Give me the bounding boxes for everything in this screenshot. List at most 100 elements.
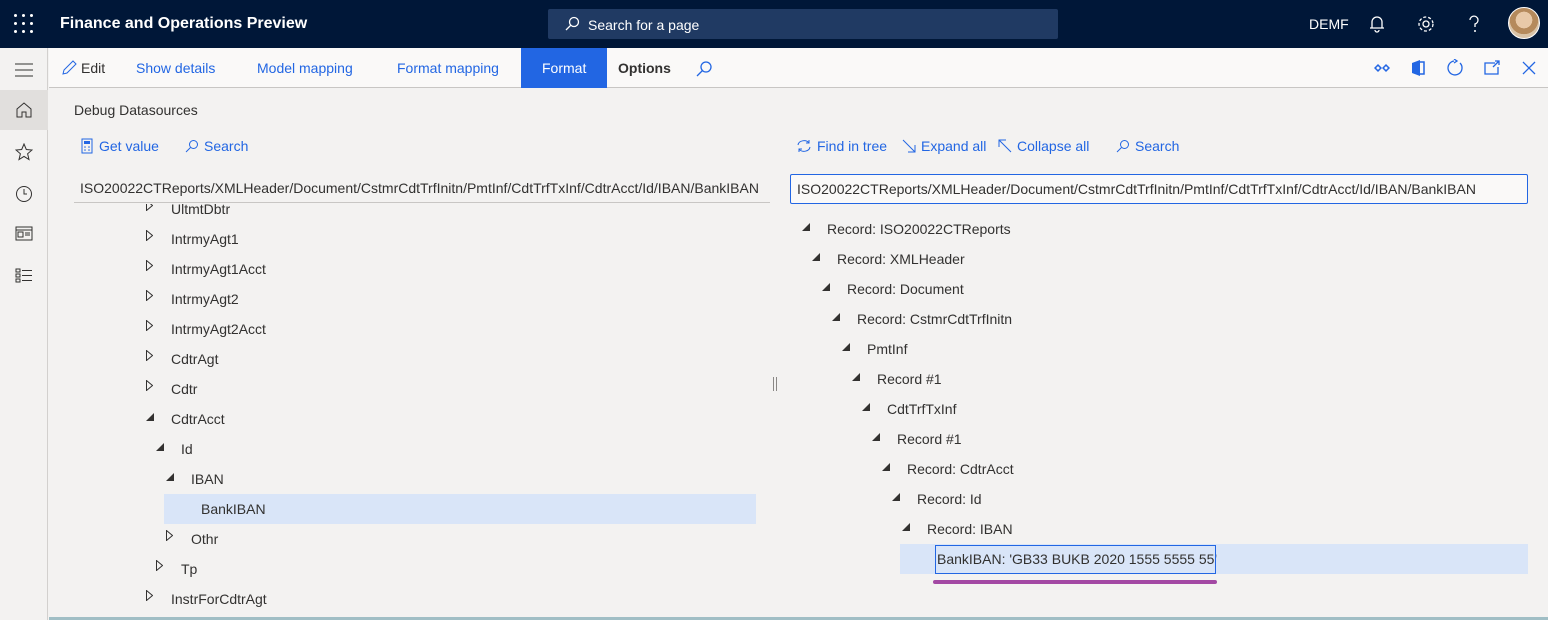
get-value-button[interactable]: Get value: [80, 138, 159, 154]
tree-node[interactable]: Cdtr: [74, 374, 774, 404]
tree-node[interactable]: InstrForCdtrAgt: [74, 584, 774, 614]
help-icon[interactable]: [1463, 13, 1485, 35]
collapsed-arrow-icon[interactable]: [146, 584, 160, 614]
expand-all-button[interactable]: Expand all: [902, 138, 986, 154]
expanded-arrow-icon[interactable]: [892, 484, 906, 514]
connections-icon[interactable]: [1373, 59, 1391, 77]
expanded-arrow-icon[interactable]: [842, 334, 856, 364]
avatar[interactable]: [1508, 7, 1540, 39]
star-icon[interactable]: [0, 132, 48, 172]
gear-icon[interactable]: [1415, 13, 1437, 35]
tree-node[interactable]: Record: XMLHeader: [790, 244, 1530, 274]
list-icon[interactable]: [0, 256, 48, 296]
expanded-arrow-icon[interactable]: [802, 214, 816, 244]
page-search-input[interactable]: Search for a page: [548, 9, 1058, 39]
expanded-arrow-icon[interactable]: [156, 434, 170, 464]
tree-node[interactable]: IntrmyAgt1Acct: [74, 254, 774, 284]
close-icon[interactable]: [1520, 59, 1538, 77]
tree-node[interactable]: Record: IBAN: [790, 514, 1530, 544]
tree-node[interactable]: Record #1: [790, 364, 1530, 394]
expanded-arrow-icon[interactable]: [832, 304, 846, 334]
find-in-tree-button[interactable]: Find in tree: [796, 138, 887, 154]
expanded-arrow-icon[interactable]: [852, 364, 866, 394]
tree-node[interactable]: Record: CstmrCdtTrfInitn: [790, 304, 1530, 334]
page-title: Debug Datasources: [74, 102, 198, 118]
tree-node[interactable]: UltmtDbtr: [74, 204, 774, 224]
open-new-window-icon[interactable]: [1483, 59, 1501, 77]
show-details-button[interactable]: Show details: [136, 48, 215, 88]
get-value-label: Get value: [99, 138, 159, 154]
collapsed-arrow-icon[interactable]: [146, 284, 160, 314]
arrow-down-right-icon: [902, 139, 916, 153]
expanded-arrow-icon[interactable]: [146, 404, 160, 434]
home-icon[interactable]: [0, 90, 48, 130]
tree-node-label: CdtrAcct: [171, 411, 225, 427]
tree-node-label: IntrmyAgt1Acct: [171, 261, 266, 277]
tree-node[interactable]: IntrmyAgt2Acct: [74, 314, 774, 344]
format-mapping-button[interactable]: Format mapping: [397, 48, 499, 88]
tree-node-label: InstrForCdtrAgt: [171, 591, 267, 607]
edit-button[interactable]: Edit: [61, 48, 105, 88]
tree-node[interactable]: Record #1: [790, 424, 1530, 454]
tab-options[interactable]: Options: [618, 48, 671, 88]
expanded-arrow-icon[interactable]: [882, 454, 896, 484]
tree-node[interactable]: Tp: [74, 554, 774, 584]
tree-node[interactable]: CdtTrfTxInf: [790, 394, 1530, 424]
tree-node-label: PmtInf: [867, 341, 908, 357]
workspace-icon[interactable]: [0, 214, 48, 254]
annotation-underline: [933, 580, 1217, 584]
expanded-arrow-icon[interactable]: [872, 424, 886, 454]
expanded-arrow-icon[interactable]: [822, 274, 836, 304]
expanded-arrow-icon[interactable]: [862, 394, 876, 424]
office-icon[interactable]: [1409, 59, 1427, 77]
right-search-button[interactable]: Search: [1116, 138, 1179, 154]
expanded-arrow-icon[interactable]: [812, 244, 826, 274]
collapsed-arrow-icon[interactable]: [146, 204, 160, 224]
tab-format[interactable]: Format: [521, 48, 608, 88]
clock-icon[interactable]: [0, 174, 48, 214]
left-path-field[interactable]: ISO20022CTReports/XMLHeader/Document/Cst…: [74, 171, 770, 203]
tree-node[interactable]: PmtInf: [790, 334, 1530, 364]
tree-node[interactable]: IntrmyAgt1: [74, 224, 774, 254]
tree-node[interactable]: Record: Document: [790, 274, 1530, 304]
app-title: Finance and Operations Preview: [60, 15, 308, 32]
collapsed-arrow-icon[interactable]: [146, 224, 160, 254]
model-mapping-button[interactable]: Model mapping: [257, 48, 353, 88]
tree-node[interactable]: CdtrAgt: [74, 344, 774, 374]
refresh-icon[interactable]: [1446, 59, 1464, 77]
collapsed-arrow-icon[interactable]: [146, 314, 160, 344]
tree-node-label: CdtrAgt: [171, 351, 219, 367]
search-label: Search: [1135, 138, 1180, 154]
expanded-arrow-icon[interactable]: [902, 514, 916, 544]
tree-node-label: Record #1: [897, 431, 962, 447]
tree-node[interactable]: Record: Id: [790, 484, 1530, 514]
side-nav: [0, 48, 48, 620]
bell-icon[interactable]: [1366, 13, 1388, 35]
tree-node-label: Cdtr: [171, 381, 198, 397]
company-picker[interactable]: DEMF: [1309, 16, 1349, 32]
right-path-field[interactable]: ISO20022CTReports/XMLHeader/Document/Cst…: [790, 174, 1528, 204]
tree-node[interactable]: IBAN: [74, 464, 774, 494]
search-icon: [1116, 140, 1129, 153]
waffle-icon[interactable]: [14, 14, 34, 34]
tree-node[interactable]: Record: CdtrAcct: [790, 454, 1530, 484]
collapsed-arrow-icon[interactable]: [166, 524, 180, 554]
collapsed-arrow-icon[interactable]: [156, 554, 170, 584]
collapse-all-button[interactable]: Collapse all: [998, 138, 1089, 154]
tree-node[interactable]: CdtrAcct: [74, 404, 774, 434]
tree-node[interactable]: IntrmyAgt2: [74, 284, 774, 314]
collapsed-arrow-icon[interactable]: [146, 344, 160, 374]
collapsed-arrow-icon[interactable]: [146, 254, 160, 284]
tree-node[interactable]: BankIBAN: [74, 494, 774, 524]
search-icon[interactable]: [695, 60, 713, 78]
left-search-button[interactable]: Search: [185, 138, 248, 154]
tree-node[interactable]: Id: [74, 434, 774, 464]
collapsed-arrow-icon[interactable]: [146, 374, 160, 404]
expanded-arrow-icon[interactable]: [166, 464, 180, 494]
tree-node[interactable]: Record: ISO20022CTReports: [790, 214, 1530, 244]
tree-node-label: IntrmyAgt1: [171, 231, 239, 247]
tree-node-label: IntrmyAgt2: [171, 291, 239, 307]
tree-node[interactable]: Othr: [74, 524, 774, 554]
hamburger-icon[interactable]: [0, 50, 48, 90]
left-datasource-tree: UltmtDbtr IntrmyAgt1 IntrmyAgt1Acct IntrmyA…: [74, 204, 774, 620]
